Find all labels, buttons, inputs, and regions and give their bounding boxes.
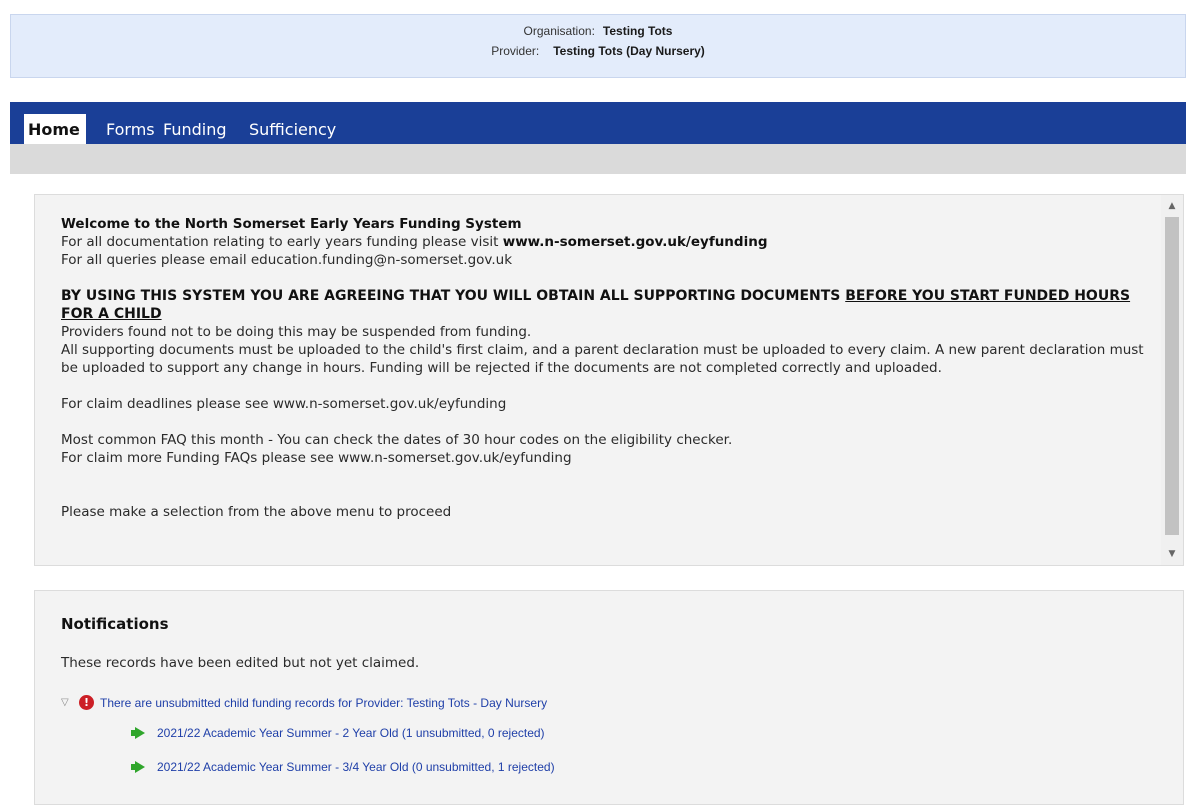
documentation-link[interactable]: www.n-somerset.gov.uk/eyfunding	[503, 234, 768, 250]
welcome-content: Welcome to the North Somerset Early Year…	[61, 215, 1151, 521]
error-icon: !	[79, 695, 94, 711]
notification-item-link[interactable]: 2021/22 Academic Year Summer - 2 Year Ol…	[157, 726, 545, 740]
organisation-row: Organisation: Testing Tots	[11, 24, 1185, 38]
green-arrow-icon	[131, 726, 145, 739]
organisation-header: Organisation: Testing Tots Provider: Testi…	[10, 14, 1186, 78]
nav-sufficiency[interactable]: Sufficiency	[249, 114, 336, 144]
warning-text: BY USING THIS SYSTEM YOU ARE AGREEING TH…	[61, 288, 846, 304]
nav-home[interactable]: Home	[24, 114, 86, 144]
scroll-up-icon[interactable]: ▲	[1161, 195, 1183, 217]
welcome-title: Welcome to the North Somerset Early Year…	[61, 216, 522, 232]
scroll-thumb[interactable]	[1165, 217, 1179, 535]
provider-label: Provider:	[491, 44, 540, 58]
main-nav: Home Forms Funding Sufficiency	[10, 102, 1186, 144]
provider-value: Testing Tots (Day Nursery)	[553, 44, 705, 58]
notification-group: ▽! There are unsubmitted child funding re…	[61, 695, 547, 711]
green-arrow-icon	[131, 760, 145, 773]
documentation-line: For all documentation relating to early …	[61, 233, 1151, 251]
notification-item-link[interactable]: 2021/22 Academic Year Summer - 3/4 Year …	[157, 760, 555, 774]
queries-line: For all queries please email education.f…	[61, 252, 513, 268]
notification-item[interactable]: 2021/22 Academic Year Summer - 2 Year Ol…	[131, 725, 545, 740]
deadlines-line: For claim deadlines please see www.n-som…	[61, 396, 507, 412]
scroll-down-icon[interactable]: ▼	[1161, 543, 1183, 565]
notifications-title: Notifications	[61, 615, 169, 633]
welcome-scrollbar[interactable]: ▲ ▼	[1161, 195, 1183, 565]
faq-more-line: For claim more Funding FAQs please see w…	[61, 450, 572, 466]
provider-row: Provider: Testing Tots (Day Nursery)	[11, 44, 1185, 58]
proceed-line: Please make a selection from the above m…	[61, 504, 452, 520]
notifications-panel: Notifications These records have been ed…	[34, 590, 1184, 805]
nav-forms[interactable]: Forms	[106, 114, 155, 144]
nav-funding[interactable]: Funding	[163, 114, 227, 144]
notifications-description: These records have been edited but not y…	[61, 655, 420, 671]
organisation-value: Testing Tots	[602, 24, 673, 38]
notification-group-link[interactable]: There are unsubmitted child funding reco…	[100, 696, 547, 710]
welcome-panel: Welcome to the North Somerset Early Year…	[34, 194, 1184, 566]
supporting-docs-line: All supporting documents must be uploade…	[61, 342, 1144, 376]
sub-nav-bar	[10, 144, 1186, 174]
collapse-triangle-icon[interactable]: ▽	[61, 697, 73, 708]
notification-item[interactable]: 2021/22 Academic Year Summer - 3/4 Year …	[131, 759, 555, 774]
suspended-line: Providers found not to be doing this may…	[61, 324, 532, 340]
agreement-warning: BY USING THIS SYSTEM YOU ARE AGREEING TH…	[61, 287, 1151, 323]
organisation-label: Organisation:	[523, 24, 595, 38]
documentation-text: For all documentation relating to early …	[61, 234, 503, 250]
faq-month-line: Most common FAQ this month - You can che…	[61, 432, 733, 448]
